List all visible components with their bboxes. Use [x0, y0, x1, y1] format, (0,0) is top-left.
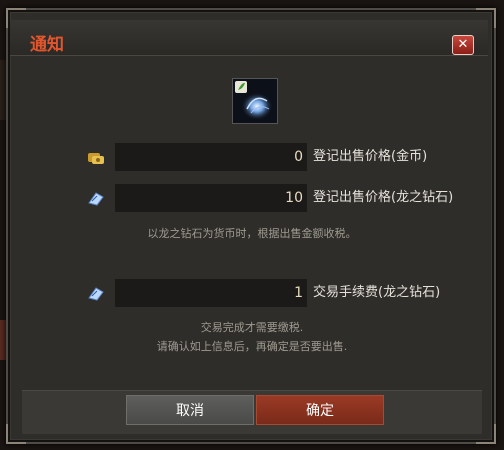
trade-fee-label: 交易手续费(龙之钻石) [313, 285, 441, 300]
diamond-price-label: 登记出售价格(龙之钻石) [313, 190, 454, 205]
close-x-icon: ✕ [457, 37, 469, 52]
tax-note: 以龙之钻石为货币时，根据出售金额收税。 [147, 227, 357, 240]
diamond-price-input[interactable]: 10 [115, 184, 307, 212]
dialog-title-bar [10, 20, 488, 56]
dragon-diamond-item-icon [232, 78, 278, 124]
confirm-note-1: 交易完成才需要缴税. [200, 321, 304, 334]
dialog-title: 通知 [30, 35, 64, 55]
close-button[interactable]: ✕ [452, 35, 474, 55]
cancel-button[interactable]: 取消 [126, 395, 254, 425]
confirm-note-2: 请确认如上信息后，再确定是否要出售. [156, 340, 348, 353]
gold-price-label: 登记出售价格(金币) [313, 149, 428, 164]
trade-fee-value: 1 [115, 279, 307, 307]
gold-coin-icon [87, 150, 105, 166]
gold-price-input[interactable]: 0 [115, 143, 307, 171]
confirm-button[interactable]: 确定 [256, 395, 384, 425]
dragon-diamond-icon [87, 286, 105, 302]
dragon-diamond-icon [87, 191, 105, 207]
